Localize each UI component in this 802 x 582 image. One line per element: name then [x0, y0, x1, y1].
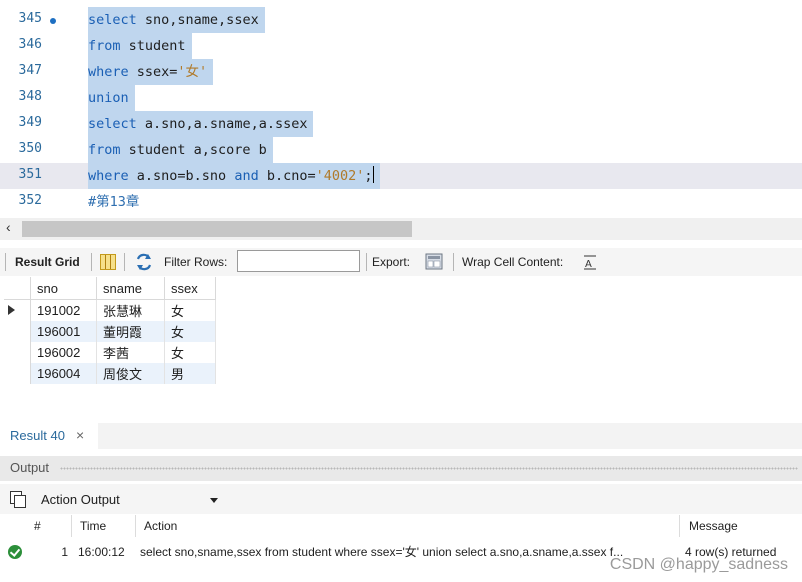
result-toolbar: Result Grid Filter Rows: Export: Wrap Ce…	[0, 248, 802, 276]
result-grid[interactable]: sno sname ssex 191002 张慧琳 女 196001 董明霞 女…	[4, 277, 216, 384]
column-header-message[interactable]: Message	[683, 515, 800, 537]
column-header-ssex[interactable]: ssex	[164, 277, 216, 300]
cell-ssex[interactable]: 女	[164, 299, 216, 321]
tab-result-40[interactable]: Result 40 ×	[0, 423, 98, 449]
refresh-icon[interactable]	[134, 248, 154, 276]
code-text: from student a,score b	[88, 137, 273, 163]
row-header-corner	[4, 277, 31, 300]
cell-sname[interactable]: 周俊文	[96, 363, 165, 384]
divider	[91, 253, 92, 271]
export-label: Export:	[372, 255, 411, 269]
column-header-number[interactable]: #	[28, 515, 72, 537]
editor-horizontal-scrollbar[interactable]: ‹	[0, 218, 802, 240]
code-line[interactable]: 348 union	[0, 85, 802, 111]
line-number: 346	[18, 37, 42, 52]
output-row-time[interactable]: 16:00:12	[78, 541, 136, 563]
export-icon[interactable]	[424, 248, 446, 276]
code-line-current[interactable]: 351 where a.sno=b.sno and b.cno='4002';	[0, 163, 802, 189]
success-check-icon	[8, 545, 22, 559]
code-line[interactable]: 347 where ssex='女'	[0, 59, 802, 85]
filter-rows-label: Filter Rows:	[164, 255, 228, 269]
copy-icon[interactable]	[10, 491, 26, 508]
output-toolbar: Action Output	[0, 484, 802, 514]
watermark: CSDN @happy_sadness	[609, 556, 788, 573]
cell-sname[interactable]: 李茜	[96, 342, 165, 363]
code-line[interactable]: 350 from student a,score b	[0, 137, 802, 163]
dropdown-value: Action Output	[41, 492, 120, 507]
column-header-action[interactable]: Action	[138, 515, 680, 537]
line-number: 348	[18, 89, 42, 104]
result-grid-tab[interactable]: Result Grid	[15, 248, 80, 276]
sql-editor[interactable]: 345 select sno,sname,ssex 346 from stude…	[0, 0, 802, 218]
divider	[5, 253, 6, 271]
row-selector[interactable]	[4, 321, 31, 342]
line-number: 350	[18, 141, 42, 156]
divider	[366, 253, 367, 271]
code-text: select sno,sname,ssex	[88, 7, 265, 33]
code-text: select a.sno,a.sname,a.ssex	[88, 111, 314, 137]
output-row-action[interactable]: select sno,sname,ssex from student where…	[140, 541, 678, 563]
output-panel-header: Output	[0, 456, 802, 481]
line-number: 345	[18, 11, 42, 26]
chevron-down-icon	[210, 498, 218, 503]
code-line[interactable]: 346 from student	[0, 33, 802, 59]
code-line[interactable]: 349 select a.sno,a.sname,a.ssex	[0, 111, 802, 137]
statement-marker-icon	[50, 18, 56, 24]
scrollbar-thumb[interactable]	[22, 221, 412, 237]
output-row-number[interactable]: 1	[52, 541, 68, 563]
code-text: #第13章	[88, 194, 140, 210]
table-row[interactable]: 191002 张慧琳 女	[4, 299, 216, 321]
filter-rows-input[interactable]	[237, 250, 360, 272]
column-header-sno[interactable]: sno	[30, 277, 97, 300]
cell-sno[interactable]: 196001	[30, 321, 97, 342]
cell-sno[interactable]: 196002	[30, 342, 97, 363]
cell-sname[interactable]: 张慧琳	[96, 299, 165, 321]
grid-header-row: sno sname ssex	[4, 277, 216, 300]
scroll-left-icon[interactable]: ‹	[6, 219, 11, 235]
result-tab-bar: Result 40 ×	[0, 423, 802, 449]
line-number: 352	[18, 193, 42, 208]
code-text: union	[88, 85, 135, 111]
output-type-dropdown[interactable]: Action Output	[35, 487, 225, 511]
text-caret	[372, 166, 374, 183]
line-number: 349	[18, 115, 42, 130]
output-title: Output	[10, 460, 50, 475]
row-selector[interactable]	[4, 342, 31, 363]
code-text: from student	[88, 33, 192, 59]
line-number: 347	[18, 63, 42, 78]
cell-sname[interactable]: 董明霞	[96, 321, 165, 342]
row-selector[interactable]	[4, 363, 31, 384]
form-editor-icon[interactable]	[100, 254, 116, 270]
cell-ssex[interactable]: 男	[164, 363, 216, 384]
wrap-cell-label: Wrap Cell Content:	[462, 255, 564, 269]
tab-label: Result 40	[10, 428, 65, 443]
current-row-pointer-icon	[8, 305, 15, 315]
table-row[interactable]: 196004 周俊文 男	[4, 363, 216, 384]
divider	[124, 253, 125, 271]
cell-sno[interactable]: 196004	[30, 363, 97, 384]
cell-ssex[interactable]: 女	[164, 321, 216, 342]
divider	[453, 253, 454, 271]
column-header-time[interactable]: Time	[74, 515, 136, 537]
table-row[interactable]: 196002 李茜 女	[4, 342, 216, 363]
drag-handle[interactable]	[60, 467, 798, 470]
code-line[interactable]: 345 select sno,sname,ssex	[0, 7, 802, 33]
code-text: where ssex='女'	[88, 59, 214, 85]
wrap-icon[interactable]: A	[582, 248, 598, 276]
svg-text:A: A	[585, 259, 592, 270]
row-selector[interactable]	[4, 299, 31, 321]
close-icon[interactable]: ×	[76, 427, 84, 443]
cell-sno[interactable]: 191002	[30, 299, 97, 321]
cell-ssex[interactable]: 女	[164, 342, 216, 363]
code-text: where a.sno=b.sno and b.cno='4002';	[88, 163, 380, 189]
table-row[interactable]: 196001 董明霞 女	[4, 321, 216, 342]
column-header-sname[interactable]: sname	[96, 277, 165, 300]
line-number: 351	[18, 167, 42, 182]
code-line[interactable]: 352 #第13章	[0, 189, 802, 215]
